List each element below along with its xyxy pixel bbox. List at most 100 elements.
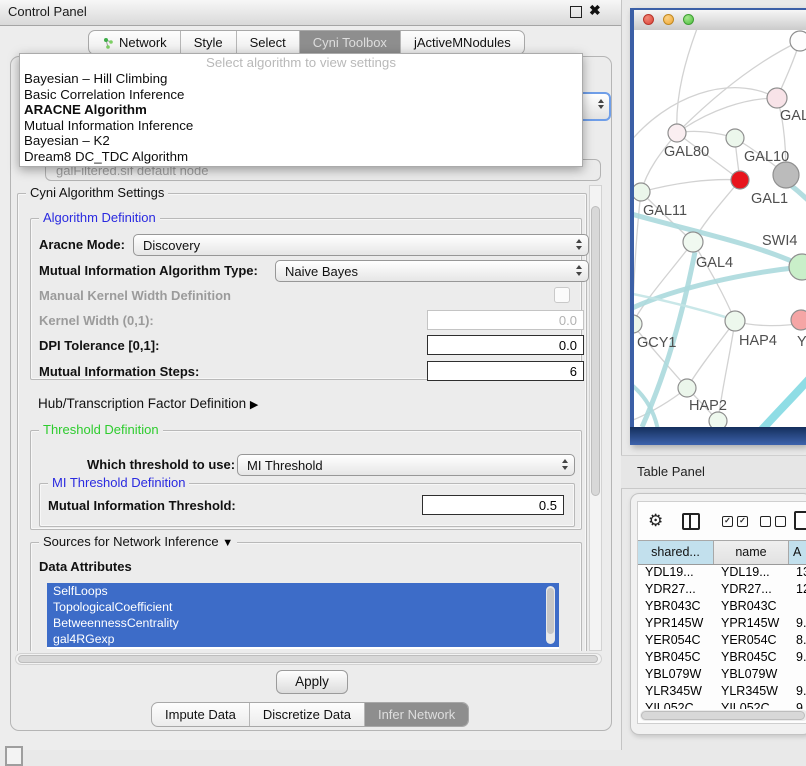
column-header-partial[interactable]: A [789, 541, 806, 564]
data-attributes-list: SelfLoops TopologicalCoefficient Between… [47, 583, 559, 649]
network-node[interactable] [773, 162, 799, 188]
algorithm-option[interactable]: Mutual Information Inference [20, 118, 582, 134]
control-panel-titlebar: Control Panel ✖ [0, 0, 621, 26]
tab-jactivemnodules[interactable]: jActiveMNodules [401, 31, 524, 54]
kernel-width-field[interactable]: 0.0 [427, 310, 584, 330]
network-node-gcy1[interactable] [634, 315, 642, 333]
table-row[interactable]: YER054CYER054C8. [638, 632, 806, 649]
node-label: GAL80 [664, 144, 709, 160]
mi-type-combo[interactable]: Naive Bayes [275, 260, 589, 282]
network-edge[interactable] [634, 88, 777, 142]
algorithm-option[interactable]: Bayesian – K2 [20, 133, 582, 149]
algorithm-option[interactable]: Basic Correlation Inference [20, 87, 582, 103]
network-node-gal[interactable] [767, 88, 787, 108]
float-window-icon[interactable] [570, 6, 582, 18]
column-header-shared-name[interactable]: shared... [638, 541, 714, 564]
aracne-mode-combo[interactable]: Discovery [133, 234, 589, 256]
network-edge[interactable] [641, 133, 677, 192]
tab-select[interactable]: Select [237, 31, 300, 54]
close-icon[interactable]: ✖ [589, 2, 601, 19]
mac-minimize-button[interactable] [663, 14, 674, 25]
table-row[interactable]: YPR145WYPR145W9. [638, 615, 806, 632]
tab-cyni-toolbox[interactable]: Cyni Toolbox [300, 31, 401, 54]
table-rows: YDL19...YDL19...13 YDR27...YDR27...12 YB… [638, 564, 806, 709]
network-node-gal10[interactable] [726, 129, 744, 147]
attribute-item-selected[interactable]: SelfLoops [47, 583, 559, 599]
network-edge[interactable] [758, 378, 806, 427]
group-title: MI Threshold Definition [48, 475, 189, 490]
algorithm-option[interactable]: Dream8 DC_TDC Algorithm [20, 149, 582, 165]
apply-button[interactable]: Apply [276, 670, 348, 694]
network-node-gal80[interactable] [668, 124, 686, 142]
algorithm-dropdown-list: Select algorithm to view settings Bayesi… [19, 53, 583, 167]
settings-vertical-scrollbar[interactable] [589, 185, 602, 651]
network-edge[interactable] [687, 321, 735, 388]
cyni-algorithm-settings-group: Cyni Algorithm Settings Algorithm Defini… [17, 193, 587, 651]
which-threshold-combo[interactable]: MI Threshold [237, 454, 575, 476]
tab-network-label: Network [119, 35, 167, 50]
dpi-tolerance-label: DPI Tolerance [0,1]: [39, 338, 159, 353]
tab-infer-network[interactable]: Infer Network [365, 703, 468, 726]
network-edge[interactable] [641, 180, 740, 192]
network-node-gal4[interactable] [683, 232, 703, 252]
sources-group: Sources for Network Inference ▼ Data Att… [30, 542, 582, 651]
cyni-toolbox-panel: galFiltered.sif default node Select algo… [10, 56, 612, 731]
network-node[interactable] [790, 31, 806, 51]
list-scrollbar[interactable] [546, 586, 555, 644]
network-node-swi4[interactable] [789, 254, 806, 280]
network-canvas[interactable]: GALGAL80GAL10GAL1GAL11GAL4SWI4GCY1HAP4YH… [634, 30, 806, 427]
attribute-item-selected[interactable]: gal4RGexp [47, 631, 559, 647]
network-edge[interactable] [634, 267, 802, 310]
network-icon [102, 37, 114, 49]
table-row[interactable]: YDL19...YDL19...13 [638, 564, 806, 581]
table-row[interactable]: YDR27...YDR27...12 [638, 581, 806, 598]
column-header-name[interactable]: name [714, 541, 789, 564]
table-row[interactable]: YIL052CYIL052C9 [638, 700, 806, 709]
table-row[interactable]: YBL079WYBL079W [638, 666, 806, 683]
kernel-width-label: Kernel Width (0,1): [39, 313, 154, 328]
algorithm-option[interactable]: Bayesian – Hill Climbing [20, 71, 582, 87]
dpi-tolerance-field[interactable]: 0.0 [427, 335, 584, 355]
mi-threshold-field[interactable]: 0.5 [422, 495, 564, 515]
manual-kernel-checkbox[interactable] [554, 287, 570, 303]
mac-close-button[interactable] [643, 14, 654, 25]
hub-definition-disclosure[interactable]: Hub/Transcription Factor Definition ▶ [38, 396, 258, 411]
network-edge[interactable] [677, 98, 777, 133]
chevron-right-icon: ▶ [250, 399, 258, 411]
network-node-hap4[interactable] [725, 311, 745, 331]
tab-discretize-data[interactable]: Discretize Data [250, 703, 365, 726]
tab-impute-data[interactable]: Impute Data [152, 703, 250, 726]
group-title: Threshold Definition [39, 422, 163, 437]
tab-style[interactable]: Style [181, 31, 237, 54]
mac-zoom-button[interactable] [683, 14, 694, 25]
select-all-checkboxes-icon[interactable]: ✓✓ [722, 516, 748, 527]
table-row[interactable]: YBR045CYBR045C9. [638, 649, 806, 666]
table-row[interactable]: YBR043CYBR043C [638, 598, 806, 615]
tab-network[interactable]: Network [89, 31, 181, 54]
columns-icon[interactable] [682, 513, 700, 530]
network-edge[interactable] [634, 242, 693, 324]
docked-window-icon[interactable] [5, 746, 23, 766]
network-node-gal11[interactable] [634, 183, 650, 201]
network-window-titlebar [634, 10, 806, 31]
node-label: GAL4 [696, 255, 733, 271]
new-table-icon[interactable] [794, 511, 806, 530]
network-node[interactable] [709, 412, 727, 427]
attribute-item-selected[interactable]: BetweennessCentrality [47, 615, 559, 631]
algorithm-option-selected[interactable]: ARACNE Algorithm [20, 102, 582, 118]
table-row[interactable]: YLR345WYLR345W9. [638, 683, 806, 700]
settings-horizontal-scrollbar[interactable] [15, 653, 602, 665]
deselect-all-checkboxes-icon[interactable] [760, 516, 786, 527]
which-threshold-label: Which threshold to use: [87, 457, 235, 472]
table-horizontal-scrollbar[interactable] [640, 710, 806, 721]
mi-steps-field[interactable]: 6 [427, 361, 584, 381]
network-node-gal1[interactable] [731, 171, 749, 189]
network-view-window: GALGAL80GAL10GAL1GAL11GAL4SWI4GCY1HAP4YH… [630, 8, 806, 445]
attribute-item-selected[interactable]: TopologicalCoefficient [47, 599, 559, 615]
network-node-hap2[interactable] [678, 379, 696, 397]
chevron-down-icon[interactable]: ▼ [222, 537, 233, 549]
aracne-mode-label: Aracne Mode: [39, 237, 125, 252]
network-node-y[interactable] [791, 310, 806, 330]
gear-icon[interactable]: ⚙ [648, 512, 663, 530]
network-edge[interactable] [677, 30, 698, 133]
